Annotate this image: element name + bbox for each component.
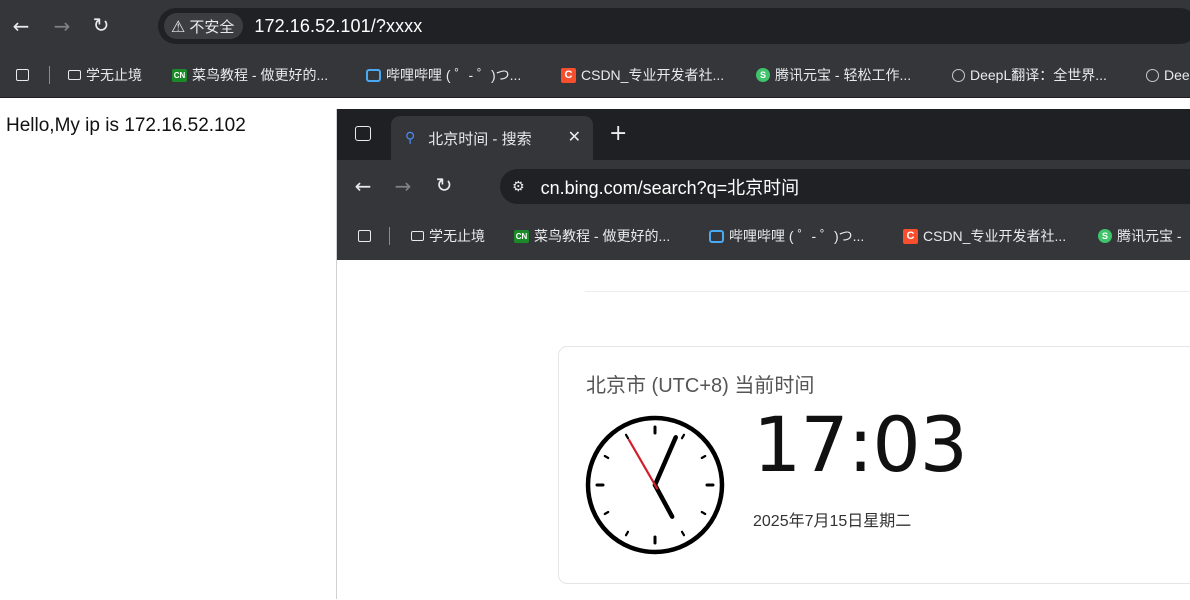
bookmark-runoob[interactable]: CN 菜鸟教程 - 做更好的...: [172, 52, 328, 98]
bookmark-label: 腾讯元宝 - 轻松工作...: [775, 67, 912, 83]
runoob-icon: CN: [172, 68, 187, 82]
csdn-icon: C: [903, 228, 918, 244]
folder-icon: [68, 70, 81, 80]
bookmark-bilibili[interactable]: 哔哩哔哩 ( ゜- ゜)つ...: [709, 212, 864, 260]
bilibili-icon: [366, 68, 381, 82]
bookmarks-separator: [49, 66, 50, 84]
back-icon[interactable]: ←: [9, 14, 33, 38]
bookmark-folder-xuewuzhijing[interactable]: 学无止境: [68, 52, 142, 98]
tab-beijing-time[interactable]: ⚲ 北京时间 - 搜索 ✕: [391, 116, 593, 160]
close-icon[interactable]: ✕: [568, 127, 581, 146]
reload-icon[interactable]: ↻: [432, 173, 456, 197]
deepl-icon: [1146, 68, 1159, 82]
bookmark-label: 菜鸟教程 - 做更好的...: [192, 67, 329, 83]
bookmark-yuanbao[interactable]: S 腾讯元宝 -: [1098, 212, 1182, 260]
outer-toolbar: ← → ↻ ⚠ 不安全 172.16.52.101/?xxxx: [0, 0, 1190, 52]
bing-results-page: 北京市 (UTC+8) 当前时间 17:03 2025年7月15日星期二: [337, 260, 1190, 600]
bookmark-folder-xuewuzhijing[interactable]: 学无止境: [411, 212, 485, 260]
inner-toolbar: ← → ↻ ⚙ cn.bing.com/search?q=北京时间: [337, 160, 1190, 212]
bookmark-label: 腾讯元宝 -: [1117, 228, 1182, 244]
bookmark-bilibili[interactable]: 哔哩哔哩 ( ゜- ゜)つ...: [366, 52, 521, 98]
bookmark-runoob[interactable]: CN 菜鸟教程 - 做更好的...: [514, 212, 670, 260]
inner-tab-strip: ⚲ 北京时间 - 搜索 ✕ +: [337, 109, 1190, 160]
analog-clock: [585, 415, 725, 555]
bookmark-label: CSDN_专业开发者社...: [923, 228, 1067, 244]
deepl-icon: [952, 68, 965, 82]
bookmark-label: Dee: [1164, 67, 1190, 83]
security-label: 不安全: [189, 18, 235, 36]
bookmark-label: 菜鸟教程 - 做更好的...: [534, 228, 671, 244]
runoob-icon: CN: [514, 229, 529, 243]
address-bar[interactable]: ⚠ 不安全 172.16.52.101/?xxxx: [158, 8, 1190, 44]
inner-address-bar[interactable]: ⚙ cn.bing.com/search?q=北京时间: [500, 169, 1190, 204]
tab-title: 北京时间 - 搜索: [428, 130, 532, 148]
location-title: 北京市 (UTC+8) 当前时间: [586, 375, 815, 397]
bookmark-yuanbao[interactable]: S 腾讯元宝 - 轻松工作...: [756, 52, 911, 98]
hello-text: Hello,My ip is 172.16.52.102: [6, 115, 246, 136]
warning-icon: ⚠: [171, 16, 186, 36]
bookmarks-bar: 学无止境 CN 菜鸟教程 - 做更好的... 哔哩哔哩 ( ゜- ゜)つ... …: [0, 52, 1190, 98]
back-icon[interactable]: ←: [351, 174, 375, 198]
url-text[interactable]: 172.16.52.101/?xxxx: [254, 16, 422, 37]
tab-actions-icon[interactable]: [355, 126, 371, 141]
yuanbao-icon: S: [756, 68, 770, 82]
bookmark-deepl[interactable]: DeepL翻译：全世界...: [952, 52, 1107, 98]
bookmark-csdn[interactable]: C CSDN_专业开发者社...: [903, 212, 1066, 260]
current-date: 2025年7月15日星期二: [753, 513, 912, 530]
csdn-icon: C: [561, 67, 576, 83]
inner-url-text[interactable]: cn.bing.com/search?q=北京时间: [541, 174, 800, 200]
bookmark-csdn[interactable]: C CSDN_专业开发者社...: [561, 52, 724, 98]
bookmark-label: 哔哩哔哩 ( ゜- ゜)つ...: [729, 228, 865, 244]
bookmark-label: CSDN_专业开发者社...: [581, 67, 725, 83]
reload-icon[interactable]: ↻: [89, 13, 113, 37]
security-chip[interactable]: ⚠ 不安全: [164, 13, 244, 39]
bookmark-deepl-2[interactable]: Dee: [1146, 52, 1190, 98]
current-time: 17:03: [753, 400, 968, 489]
tab-groups-icon[interactable]: [16, 69, 29, 81]
embedded-screenshot: ⚲ 北京时间 - 搜索 ✕ + ← → ↻ ⚙ cn.bing.com/sear…: [336, 109, 1190, 600]
bookmark-label: DeepL翻译：全世界...: [970, 67, 1107, 83]
search-icon: ⚲: [405, 130, 416, 146]
bilibili-icon: [709, 229, 724, 243]
folder-icon: [411, 231, 424, 241]
inner-bookmarks-bar: 学无止境 CN 菜鸟教程 - 做更好的... 哔哩哔哩 ( ゜- ゜)つ... …: [337, 212, 1190, 260]
yuanbao-icon: S: [1098, 229, 1112, 243]
bookmark-label: 学无止境: [86, 67, 142, 83]
tab-groups-icon[interactable]: [358, 230, 371, 242]
forward-icon[interactable]: →: [50, 14, 74, 38]
time-answer-card: 北京市 (UTC+8) 当前时间 17:03 2025年7月15日星期二: [558, 346, 1190, 584]
new-tab-icon[interactable]: +: [609, 121, 627, 146]
divider: [585, 291, 1190, 292]
site-settings-icon[interactable]: ⚙: [512, 179, 525, 195]
bookmark-label: 哔哩哔哩 ( ゜- ゜)つ...: [386, 67, 522, 83]
bookmark-label: 学无止境: [429, 228, 485, 244]
forward-icon[interactable]: →: [391, 174, 415, 198]
bookmarks-separator: [389, 227, 390, 245]
